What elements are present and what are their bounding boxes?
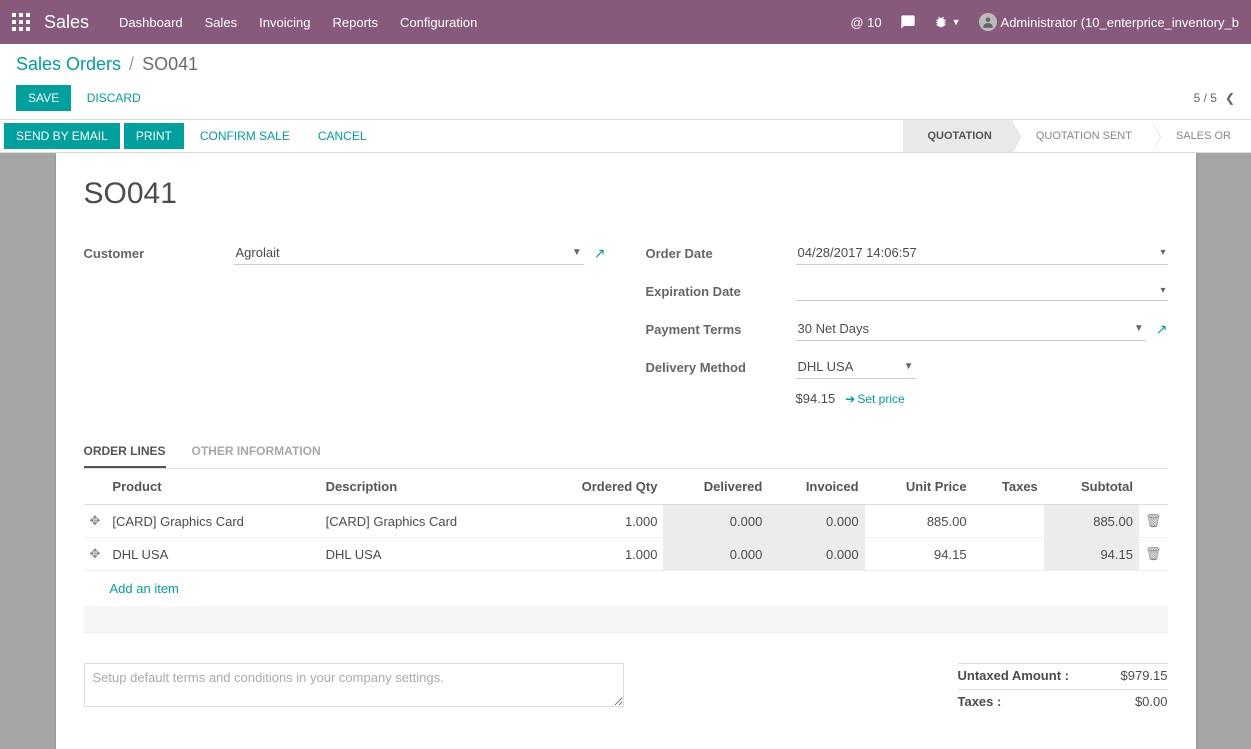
user-label: Administrator (10_enterprice_inventory_b	[1001, 15, 1239, 30]
form-sheet: SO041 Customer Agrolait▼ ↗ Order Date	[56, 153, 1196, 749]
cell-delivered: 0.000	[663, 538, 768, 571]
untaxed-value: $979.15	[1121, 668, 1168, 683]
status-quotation[interactable]: Quotation	[903, 120, 1011, 152]
taxes-value: $0.00	[1135, 694, 1168, 709]
save-button[interactable]: Save	[16, 85, 71, 111]
caret-down-icon: ▼	[904, 361, 914, 372]
bug-icon[interactable]: ▼	[934, 15, 961, 29]
nav-reports[interactable]: Reports	[332, 15, 378, 30]
set-price-link[interactable]: ➔ Set price	[845, 392, 904, 406]
col-ordered-qty[interactable]: Ordered Qty	[533, 469, 664, 505]
cell-unit-price[interactable]: 94.15	[865, 538, 973, 571]
avatar-icon	[979, 13, 997, 31]
payment-terms-external-link-icon[interactable]: ↗	[1156, 321, 1168, 338]
apps-icon[interactable]	[12, 13, 30, 31]
breadcrumb: Sales Orders / SO041	[16, 54, 1235, 75]
mail-indicator[interactable]: @ 10	[850, 15, 881, 30]
col-delivered[interactable]: Delivered	[663, 469, 768, 505]
print-button[interactable]: Print	[124, 123, 184, 149]
nav-links: Dashboard Sales Invoicing Reports Config…	[119, 15, 850, 30]
breadcrumb-current: SO041	[142, 54, 198, 75]
cell-unit-price[interactable]: 885.00	[865, 505, 973, 538]
topbar: Sales Dashboard Sales Invoicing Reports …	[0, 0, 1251, 44]
order-date-label: Order Date	[646, 246, 796, 261]
caret-down-icon: ▾	[1160, 285, 1165, 296]
caret-down-icon: ▼	[1134, 323, 1144, 334]
customer-external-link-icon[interactable]: ↗	[594, 245, 606, 262]
tab-order-lines[interactable]: Order Lines	[84, 436, 166, 468]
pager-prev-icon[interactable]: ❮	[1225, 91, 1235, 105]
delete-row-icon[interactable]: 🗑	[1139, 538, 1168, 571]
user-menu[interactable]: Administrator (10_enterprice_inventory_b	[979, 13, 1239, 31]
col-invoiced[interactable]: Invoiced	[768, 469, 864, 505]
cell-subtotal: 885.00	[1044, 505, 1139, 538]
status-quotation-sent[interactable]: Quotation Sent	[1012, 120, 1152, 152]
payment-terms-label: Payment Terms	[646, 322, 796, 337]
nav-dashboard[interactable]: Dashboard	[119, 15, 183, 30]
order-title: SO041	[84, 177, 1168, 211]
delivery-method-field[interactable]: DHL USA▼	[796, 355, 916, 379]
cell-delivered: 0.000	[663, 505, 768, 538]
cell-description[interactable]: [CARD] Graphics Card	[320, 505, 533, 538]
confirm-sale-button[interactable]: Confirm Sale	[188, 123, 302, 149]
customer-field[interactable]: Agrolait▼	[234, 241, 584, 265]
order-lines-table: Product Description Ordered Qty Delivere…	[84, 469, 1168, 571]
cell-taxes[interactable]	[973, 538, 1044, 571]
col-product[interactable]: Product	[106, 469, 319, 505]
add-item-link[interactable]: Add an item	[84, 571, 1168, 606]
expiration-date-field[interactable]: ▾	[796, 281, 1168, 301]
taxes-label: Taxes :	[958, 694, 1002, 709]
cell-invoiced: 0.000	[768, 538, 864, 571]
chat-icon[interactable]	[900, 14, 916, 30]
delete-row-icon[interactable]: 🗑	[1139, 505, 1168, 538]
send-email-button[interactable]: Send by Email	[4, 123, 120, 149]
delivery-method-label: Delivery Method	[646, 360, 796, 375]
table-row[interactable]: ✥[CARD] Graphics Card[CARD] Graphics Car…	[84, 505, 1168, 538]
col-taxes[interactable]: Taxes	[973, 469, 1044, 505]
order-date-field[interactable]: 04/28/2017 14:06:57▾	[796, 241, 1168, 265]
cell-invoiced: 0.000	[768, 505, 864, 538]
drag-handle-icon[interactable]: ✥	[84, 505, 107, 538]
untaxed-label: Untaxed Amount :	[958, 668, 1069, 683]
breadcrumb-root[interactable]: Sales Orders	[16, 54, 121, 75]
cell-ordered[interactable]: 1.000	[533, 505, 664, 538]
cell-subtotal: 94.15	[1044, 538, 1139, 571]
breadcrumb-separator: /	[129, 54, 134, 75]
discard-button[interactable]: Discard	[75, 85, 153, 111]
arrow-right-icon: ➔	[845, 392, 855, 406]
cancel-button[interactable]: Cancel	[306, 123, 379, 149]
col-description[interactable]: Description	[320, 469, 533, 505]
cell-ordered[interactable]: 1.000	[533, 538, 664, 571]
caret-down-icon: ▾	[1160, 247, 1165, 258]
tab-other-information[interactable]: Other Information	[192, 436, 321, 468]
caret-down-icon: ▼	[572, 247, 582, 258]
drag-handle-icon[interactable]: ✥	[84, 538, 107, 571]
table-row[interactable]: ✥DHL USADHL USA1.0000.0000.00094.1594.15…	[84, 538, 1168, 571]
statusbar: Send by Email Print Confirm Sale Cancel …	[0, 119, 1251, 153]
nav-invoicing[interactable]: Invoicing	[259, 15, 310, 30]
col-subtotal[interactable]: Subtotal	[1044, 469, 1139, 505]
payment-terms-field[interactable]: 30 Net Days▼	[796, 317, 1146, 341]
nav-sales[interactable]: Sales	[205, 15, 238, 30]
customer-label: Customer	[84, 246, 234, 261]
terms-textarea[interactable]: Setup default terms and conditions in yo…	[84, 663, 624, 707]
col-unit-price[interactable]: Unit Price	[865, 469, 973, 505]
delivery-cost: $94.15	[796, 391, 836, 406]
status-sales-order[interactable]: Sales Or	[1152, 120, 1251, 152]
cell-product[interactable]: DHL USA	[106, 538, 319, 571]
expiration-date-label: Expiration Date	[646, 284, 796, 299]
app-title[interactable]: Sales	[44, 12, 89, 33]
cell-taxes[interactable]	[973, 505, 1044, 538]
pager-text[interactable]: 5 / 5	[1194, 91, 1217, 105]
cell-description[interactable]: DHL USA	[320, 538, 533, 571]
cell-product[interactable]: [CARD] Graphics Card	[106, 505, 319, 538]
nav-configuration[interactable]: Configuration	[400, 15, 477, 30]
